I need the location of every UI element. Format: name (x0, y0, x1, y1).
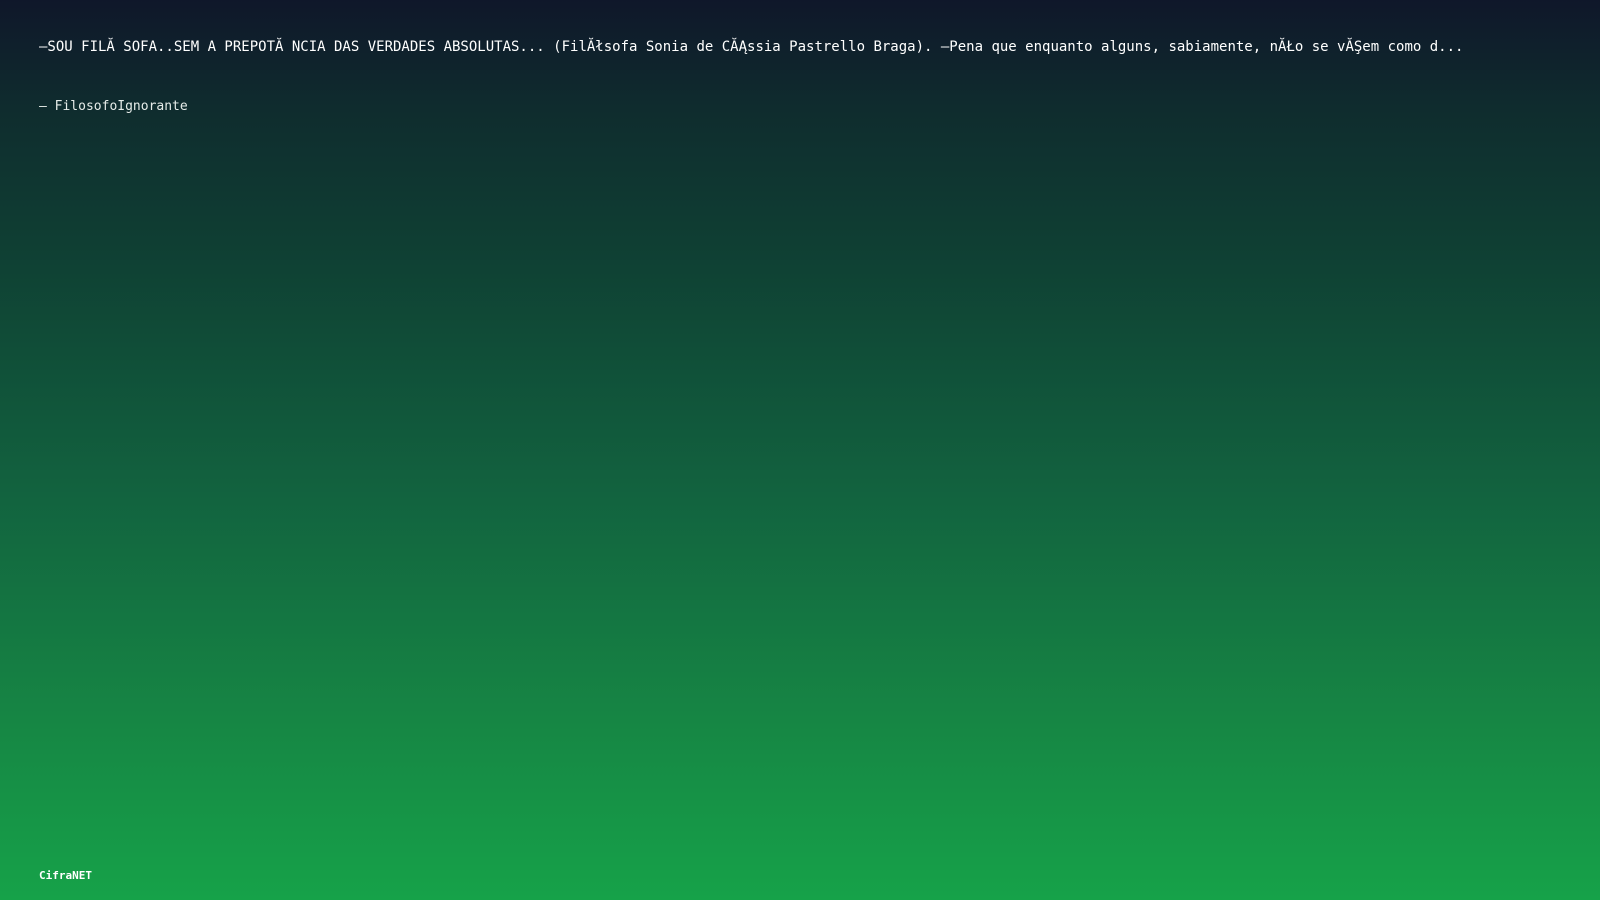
quote-text: –SOU FILĂ SOFA..SEM A PREPOTĂ NCIA DAS V… (39, 39, 1464, 55)
quote-author: – FilosofoIgnorante (39, 99, 188, 114)
brand-label: CifraNET (39, 869, 92, 882)
